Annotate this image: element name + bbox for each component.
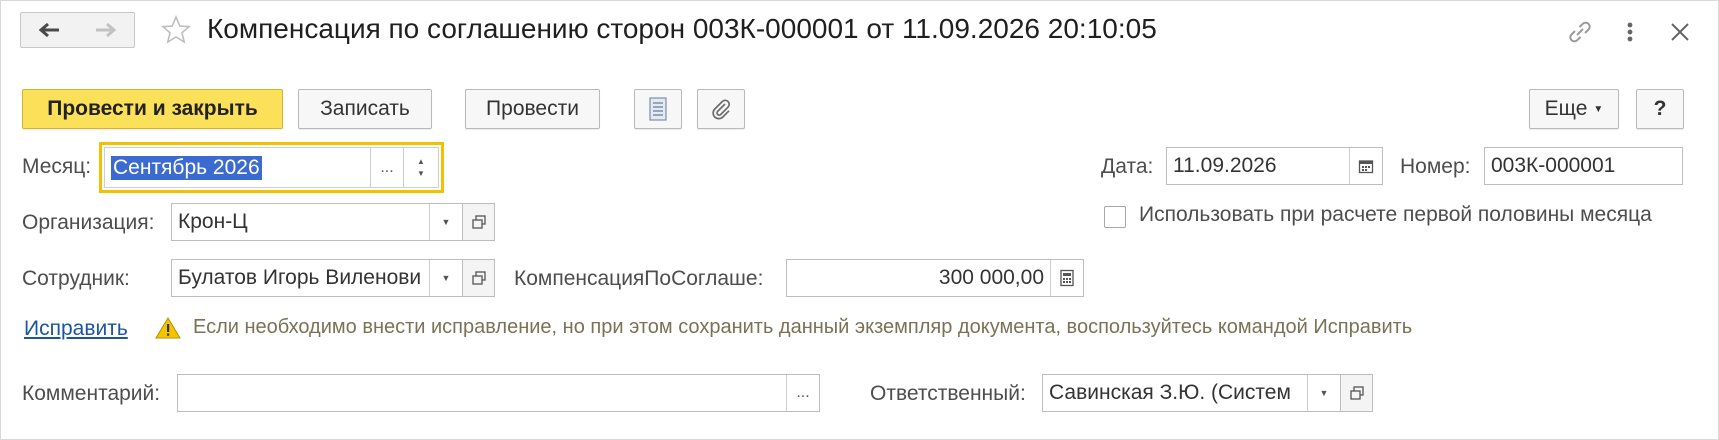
employee-field[interactable]: Булатов Игорь Виленови ▼ [171, 259, 463, 297]
calculator-icon [1060, 269, 1074, 287]
page-title: Компенсация по соглашению сторон 003К-00… [207, 13, 1157, 44]
open-window-icon [1349, 386, 1364, 400]
dropdown-arrow-icon: ▼ [1593, 103, 1604, 115]
organization-field[interactable]: Крон-Ц ▼ [171, 203, 463, 241]
back-button[interactable] [20, 12, 78, 48]
step-down-icon[interactable]: ▼ [417, 168, 425, 180]
calculator-button[interactable] [1050, 260, 1083, 296]
comment-select-button[interactable]: ... [786, 375, 819, 411]
open-window-icon [471, 215, 486, 229]
number-field[interactable]: 003К-000001 [1484, 147, 1683, 185]
month-field[interactable]: Сентябрь 2026 ... ▲ ▼ [104, 147, 439, 188]
open-window-icon [471, 271, 486, 285]
first-half-label: Использовать при расчете первой половины… [1139, 203, 1652, 226]
dropdown-arrow-icon: ▼ [441, 273, 451, 283]
save-button[interactable]: Записать [298, 89, 432, 129]
compensation-field[interactable]: 300 000,00 [786, 259, 1084, 297]
organization-value: Крон-Ц [178, 210, 248, 233]
number-label: Номер: [1400, 155, 1471, 178]
employee-dropdown-button[interactable]: ▼ [429, 260, 462, 296]
responsible-value: Савинская З.Ю. (Систем [1049, 381, 1291, 404]
date-field[interactable]: 11.09.2026 [1166, 147, 1383, 185]
fix-link[interactable]: Исправить [24, 317, 128, 341]
more-actions-label: Еще [1544, 97, 1588, 120]
responsible-field[interactable]: Савинская З.Ю. (Систем ▼ [1042, 374, 1341, 412]
comment-field[interactable]: ... [177, 374, 820, 412]
organization-dropdown-button[interactable]: ▼ [429, 204, 462, 240]
organization-open-button[interactable] [463, 203, 495, 241]
arrow-right-icon [95, 22, 116, 38]
favorite-star-icon[interactable] [160, 14, 192, 46]
comment-label: Комментарий: [22, 382, 161, 405]
post-button[interactable]: Провести [465, 89, 600, 129]
compensation-value: 300 000,00 [938, 266, 1044, 289]
step-up-icon[interactable]: ▲ [417, 156, 425, 168]
dropdown-arrow-icon: ▼ [441, 217, 451, 227]
forward-button[interactable] [77, 12, 135, 48]
employee-open-button[interactable] [463, 259, 495, 297]
paperclip-icon [712, 99, 731, 120]
attachments-button[interactable] [697, 89, 745, 129]
calendar-icon [1358, 160, 1374, 174]
responsible-open-button[interactable] [1341, 374, 1373, 412]
comment-value [178, 375, 786, 411]
date-value: 11.09.2026 [1173, 154, 1277, 177]
employee-value: Булатов Игорь Виленови [178, 266, 422, 289]
month-stepper[interactable]: ▲ ▼ [403, 148, 438, 187]
compensation-label: КомпенсацияПоСоглаше: [514, 267, 764, 290]
fix-message: Если необходимо внести исправление, но п… [193, 316, 1413, 338]
number-value: 003К-000001 [1491, 154, 1616, 177]
structure-button[interactable] [634, 89, 682, 129]
post-and-close-button[interactable]: Провести и закрыть [22, 89, 283, 129]
month-label: Месяц: [22, 155, 92, 178]
dropdown-arrow-icon: ▼ [1319, 388, 1329, 398]
organization-label: Организация: [22, 211, 155, 234]
responsible-label: Ответственный: [870, 382, 1026, 405]
responsible-dropdown-button[interactable]: ▼ [1307, 375, 1340, 411]
close-icon[interactable] [1668, 20, 1692, 44]
link-icon[interactable] [1566, 18, 1594, 46]
document-list-icon [649, 97, 667, 121]
first-half-checkbox[interactable] [1104, 206, 1126, 228]
help-button[interactable]: ? [1636, 89, 1684, 129]
warning-icon [155, 316, 181, 340]
more-menu-icon[interactable] [1620, 18, 1640, 46]
more-actions-button[interactable]: Еще ▼ [1529, 89, 1619, 129]
month-select-button[interactable]: ... [370, 148, 403, 187]
month-value: Сентябрь 2026 [111, 155, 262, 180]
employee-label: Сотрудник: [22, 267, 130, 290]
arrow-left-icon [38, 22, 59, 38]
date-label: Дата: [1101, 155, 1154, 178]
calendar-button[interactable] [1349, 148, 1382, 184]
